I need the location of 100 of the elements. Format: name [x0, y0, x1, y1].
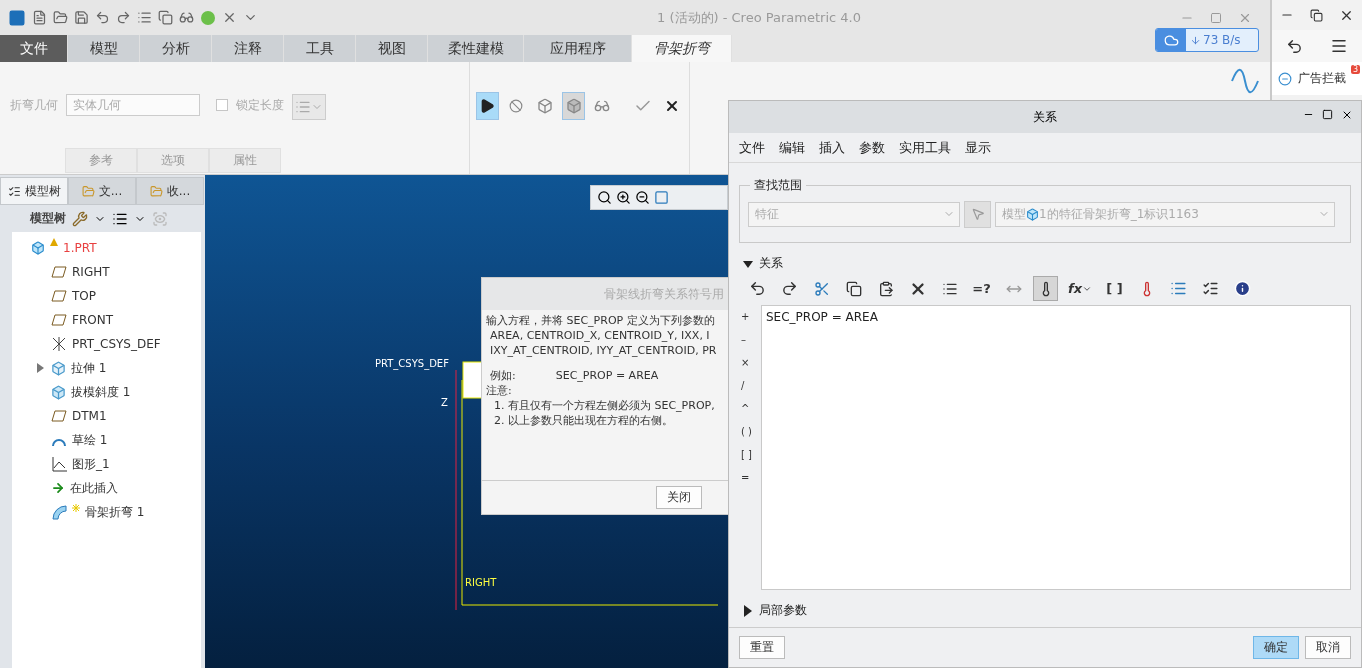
- tree-item[interactable]: TOP: [72, 289, 96, 303]
- expand-arrow-icon[interactable]: [743, 604, 753, 617]
- cloud-icon: [1163, 32, 1179, 48]
- operator-button[interactable]: –: [741, 328, 761, 351]
- reset-button[interactable]: 重置: [739, 636, 785, 659]
- ribbon-tab[interactable]: 注释: [212, 35, 284, 62]
- count-badge: 3: [1350, 65, 1360, 74]
- tree-item[interactable]: 拉伸 1: [71, 359, 107, 377]
- redo-icon[interactable]: [116, 10, 131, 25]
- ribbon-tab[interactable]: 骨架折弯: [632, 35, 732, 62]
- field-label: 折弯几何: [10, 97, 58, 114]
- note-text: 2. 以上参数只能出现在方程的右侧。: [493, 414, 674, 428]
- menu-item[interactable]: 实用工具: [899, 138, 951, 157]
- tree-item-icon: [31, 241, 45, 255]
- tree-item[interactable]: 拔模斜度 1: [71, 383, 131, 401]
- tree-item-icon: [51, 456, 67, 472]
- function-button[interactable]: fx: [1065, 276, 1096, 301]
- adblock-label[interactable]: 广告拦截: [1298, 70, 1346, 87]
- help-text: 输入方程，并将 SEC_PROP 定义为下列参数的: [486, 314, 716, 328]
- operator-button[interactable]: /: [741, 374, 761, 397]
- list-icon: [1170, 280, 1188, 297]
- copy-icon: [845, 280, 862, 297]
- tree-item-icon: [51, 336, 67, 352]
- panel-title: 模型树: [30, 210, 66, 227]
- menu-item[interactable]: 显示: [965, 138, 991, 157]
- operator-button[interactable]: ^: [741, 397, 761, 420]
- section-label: 局部参数: [759, 602, 807, 619]
- tree-item[interactable]: 图形_1: [72, 455, 110, 473]
- menu-icon[interactable]: [1330, 37, 1349, 55]
- ribbon-tab[interactable]: 分析: [140, 35, 212, 62]
- dialog-title: 关系: [1033, 108, 1057, 126]
- folder-icon: [81, 184, 95, 198]
- close-window-icon[interactable]: [222, 10, 237, 25]
- tree-item-icon: [51, 504, 67, 520]
- operator-button[interactable]: =: [741, 466, 761, 489]
- ribbon-tab[interactable]: 应用程序: [524, 35, 632, 62]
- csys-label: PRT_CSYS_DEF: [375, 358, 449, 369]
- stop-icon: [509, 99, 524, 113]
- cancel-button[interactable]: 取消: [1305, 636, 1351, 659]
- sine-wave-icon[interactable]: [1230, 68, 1260, 94]
- menu-item[interactable]: 编辑: [779, 138, 805, 157]
- help-text: AREA, CENTROID_X, CENTROID_Y, IXX, I: [489, 329, 711, 343]
- expand-arrow-icon[interactable]: [743, 258, 753, 269]
- block-icon[interactable]: [1278, 71, 1292, 86]
- tree-item[interactable]: 骨架折弯 1: [85, 503, 145, 521]
- tree-item[interactable]: RIGHT: [72, 265, 110, 279]
- open-folder-icon[interactable]: [53, 10, 68, 25]
- tree-item[interactable]: PRT_CSYS_DEF: [72, 337, 161, 351]
- menu-item[interactable]: 插入: [819, 138, 845, 157]
- relation-editor[interactable]: SEC_PROP = AREA: [761, 305, 1351, 590]
- operator-button[interactable]: +: [741, 305, 761, 328]
- operator-button[interactable]: ( ): [741, 420, 761, 443]
- down-arrow-icon: [1190, 34, 1201, 46]
- speed-widget[interactable]: 73 B/s: [1155, 28, 1259, 52]
- operator-button[interactable]: ×: [741, 351, 761, 374]
- maximize-icon[interactable]: [1322, 109, 1333, 121]
- tree-item-icon: [51, 481, 65, 495]
- panel-tab[interactable]: 模型树: [0, 177, 68, 205]
- save-icon[interactable]: [74, 10, 89, 25]
- panel-tab[interactable]: 文...: [68, 177, 136, 205]
- zoom-in-icon[interactable]: [616, 190, 631, 205]
- note-label: 注意:: [486, 384, 513, 398]
- bracket-button[interactable]: [ ]: [1102, 276, 1128, 301]
- menu-item[interactable]: 文件: [739, 138, 765, 157]
- units-button[interactable]: [1033, 276, 1058, 301]
- close-button[interactable]: 关闭: [656, 486, 702, 509]
- operator-button[interactable]: [ ]: [741, 443, 761, 466]
- zoom-out-icon[interactable]: [635, 190, 650, 205]
- tree-item[interactable]: 草绘 1: [72, 431, 108, 449]
- ribbon-tab[interactable]: 柔性建模: [428, 35, 524, 62]
- tree-item-icon: [51, 290, 67, 302]
- evaluate-button[interactable]: =?: [969, 276, 994, 301]
- menu-item[interactable]: 参数: [859, 138, 885, 157]
- tree-icon: [7, 184, 21, 198]
- checklist-icon: [1202, 280, 1220, 297]
- restore-icon[interactable]: [1310, 8, 1323, 22]
- close-icon[interactable]: [1341, 109, 1353, 121]
- glasses-icon: [594, 98, 611, 114]
- tree-item[interactable]: DTM1: [72, 409, 107, 423]
- refit-icon[interactable]: [597, 190, 612, 205]
- ribbon-tab[interactable]: 视图: [356, 35, 428, 62]
- app-icon[interactable]: [8, 8, 26, 27]
- plane-label: RIGHT: [465, 577, 497, 588]
- tree-item[interactable]: 1.PRT: [63, 241, 97, 255]
- new-file-icon[interactable]: [32, 10, 47, 25]
- tree-item[interactable]: 在此插入: [70, 479, 118, 497]
- ribbon-tab[interactable]: 文件: [0, 35, 68, 62]
- settings-icon[interactable]: [72, 210, 88, 227]
- tree-item[interactable]: FRONT: [72, 313, 113, 327]
- panel-tab[interactable]: 收...: [136, 177, 204, 205]
- scope-prefix: 模型: [1002, 205, 1026, 223]
- ok-button[interactable]: 确定: [1253, 636, 1299, 659]
- undo-icon[interactable]: [1285, 37, 1303, 55]
- ribbon-tab[interactable]: 模型: [68, 35, 140, 62]
- tree-item-icon: [51, 410, 67, 422]
- ribbon-tab[interactable]: 工具: [284, 35, 356, 62]
- folder-icon: [149, 184, 163, 198]
- window-title: 1 (活动的) - Creo Parametric 4.0: [656, 8, 862, 27]
- paste-icon: [877, 280, 894, 297]
- tree-item-icon: [51, 384, 66, 400]
